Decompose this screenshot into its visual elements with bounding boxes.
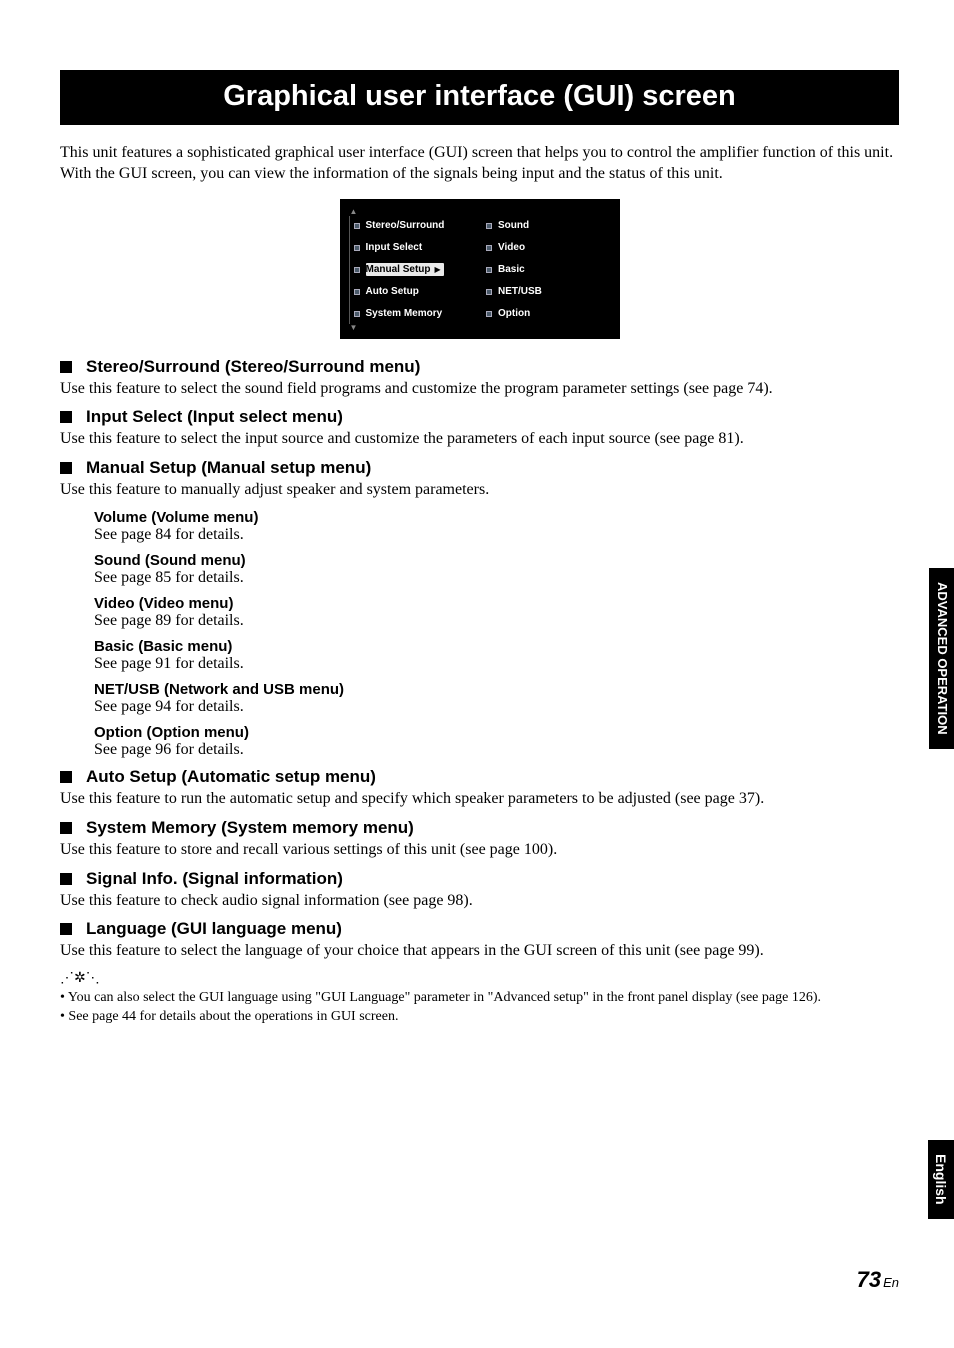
- sub-desc: See page 84 for details.: [94, 526, 899, 544]
- chevron-right-icon: ▶: [435, 265, 441, 274]
- gui-item-stereo-surround: Stereo/Surround: [354, 216, 479, 236]
- section-auto-setup: Auto Setup (Automatic setup menu) Use th…: [60, 767, 899, 810]
- bullet-icon: [60, 873, 72, 885]
- note-item: You can also select the GUI language usi…: [60, 989, 899, 1008]
- bullet-icon: [60, 771, 72, 783]
- bullet-icon: [60, 462, 72, 474]
- bullet-icon: [60, 411, 72, 423]
- section-heading: Manual Setup (Manual setup menu): [86, 458, 371, 478]
- section-desc: Use this feature to check audio signal i…: [60, 891, 899, 912]
- tip-icon: ⋰✲⋱: [60, 970, 899, 987]
- bullet-icon: [60, 822, 72, 834]
- section-heading: Auto Setup (Automatic setup menu): [86, 767, 376, 787]
- section-heading: Input Select (Input select menu): [86, 407, 343, 427]
- intro-text: This unit features a sophisticated graph…: [60, 143, 899, 185]
- bullet-icon: [60, 361, 72, 373]
- section-desc: Use this feature to manually adjust spea…: [60, 480, 899, 501]
- sub-volume: Volume (Volume menu) See page 84 for det…: [94, 509, 899, 759]
- section-manual-setup: Manual Setup (Manual setup menu) Use thi…: [60, 458, 899, 759]
- sub-heading: Basic (Basic menu): [94, 638, 899, 655]
- notes-list: You can also select the GUI language usi…: [60, 989, 899, 1027]
- sub-heading: NET/USB (Network and USB menu): [94, 681, 899, 698]
- sub-desc: See page 89 for details.: [94, 612, 899, 630]
- note-item: See page 44 for details about the operat…: [60, 1008, 899, 1027]
- section-input-select: Input Select (Input select menu) Use thi…: [60, 407, 899, 450]
- sub-desc: See page 96 for details.: [94, 741, 899, 759]
- section-system-memory: System Memory (System memory menu) Use t…: [60, 818, 899, 861]
- gui-item-input-select: Input Select: [354, 238, 479, 258]
- gui-item-basic: Basic: [486, 260, 611, 280]
- sub-desc: See page 94 for details.: [94, 698, 899, 716]
- section-heading: Language (GUI language menu): [86, 919, 342, 939]
- gui-item-manual-setup: Manual Setup▶: [354, 260, 479, 280]
- gui-item-netusb: NET/USB: [486, 282, 611, 302]
- gui-item-system-memory: System Memory: [354, 304, 479, 324]
- section-heading: Signal Info. (Signal information): [86, 869, 343, 889]
- section-heading: Stereo/Surround (Stereo/Surround menu): [86, 357, 420, 377]
- sub-heading: Sound (Sound menu): [94, 552, 899, 569]
- section-desc: Use this feature to select the sound fie…: [60, 379, 899, 400]
- page-title: Graphical user interface (GUI) screen: [60, 70, 899, 125]
- section-desc: Use this feature to store and recall var…: [60, 840, 899, 861]
- sub-desc: See page 85 for details.: [94, 569, 899, 587]
- section-language: Language (GUI language menu) Use this fe…: [60, 919, 899, 962]
- scroll-up-icon: ▲: [349, 208, 611, 216]
- scroll-down-icon: ▼: [349, 324, 611, 332]
- side-tab-advanced-operation: ADVANCED OPERATION: [929, 568, 954, 749]
- section-desc: Use this feature to select the input sou…: [60, 429, 899, 450]
- section-desc: Use this feature to select the language …: [60, 941, 899, 962]
- sub-heading: Volume (Volume menu): [94, 509, 899, 526]
- sub-heading: Option (Option menu): [94, 724, 899, 741]
- section-stereo-surround: Stereo/Surround (Stereo/Surround menu) U…: [60, 357, 899, 400]
- section-signal-info: Signal Info. (Signal information) Use th…: [60, 869, 899, 912]
- section-desc: Use this feature to run the automatic se…: [60, 789, 899, 810]
- side-tab-english: English: [928, 1140, 954, 1219]
- gui-item-auto-setup: Auto Setup: [354, 282, 479, 302]
- gui-item-video: Video: [486, 238, 611, 258]
- gui-menu-figure: ▲ Stereo/Surround Input Select Manual Se…: [340, 199, 620, 339]
- gui-item-option: Option: [486, 304, 611, 324]
- sub-desc: See page 91 for details.: [94, 655, 899, 673]
- sub-heading: Video (Video menu): [94, 595, 899, 612]
- gui-item-sound: Sound: [486, 216, 611, 236]
- bullet-icon: [60, 923, 72, 935]
- section-heading: System Memory (System memory menu): [86, 818, 414, 838]
- page-number: 73En: [857, 1267, 899, 1293]
